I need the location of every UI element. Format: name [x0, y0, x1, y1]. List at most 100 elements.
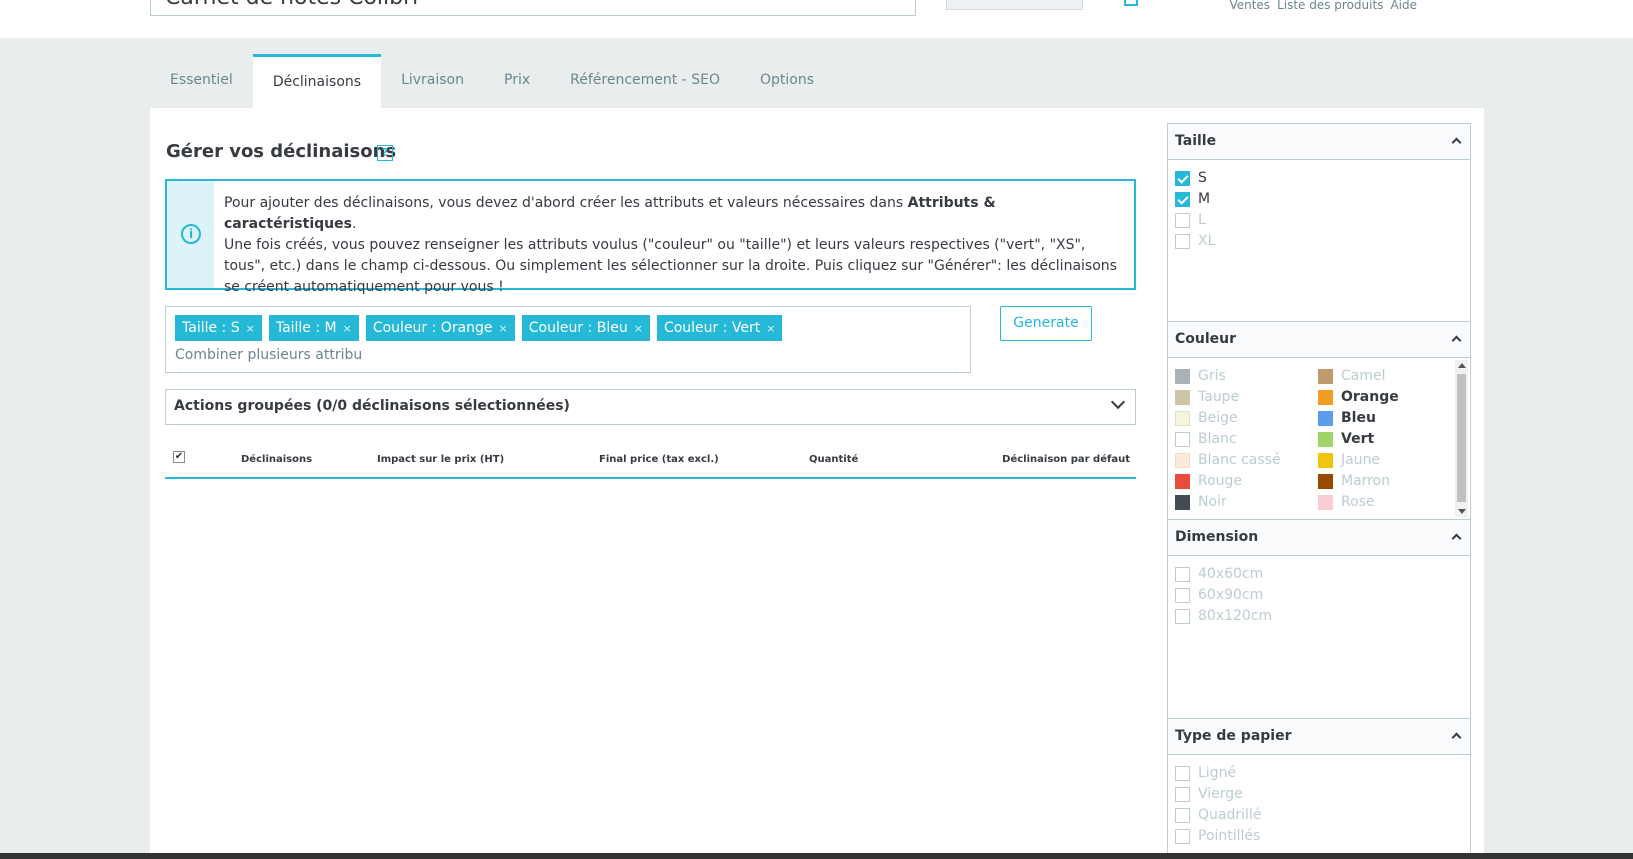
option-label: Marron: [1341, 473, 1391, 489]
tab-essentiel[interactable]: Essentiel: [150, 54, 253, 108]
chevron-up-icon[interactable]: [1451, 335, 1462, 346]
color-list-scrollbar[interactable]: [1455, 360, 1468, 517]
remove-token-icon[interactable]: ×: [499, 322, 508, 335]
group-paper-type-header[interactable]: Type de papier: [1168, 719, 1470, 755]
column-default: Déclinaison par défaut: [1002, 454, 1130, 465]
option-label: Bleu: [1341, 410, 1376, 426]
chevron-down-icon[interactable]: [1110, 394, 1126, 410]
option-label: XL: [1198, 233, 1216, 249]
color-swatch[interactable]: [1318, 474, 1333, 489]
option-label: L: [1198, 212, 1206, 228]
checkbox[interactable]: [1175, 567, 1190, 582]
remove-token-icon[interactable]: ×: [766, 322, 775, 335]
color-swatch[interactable]: [1175, 369, 1190, 384]
generate-button[interactable]: Generate: [1000, 306, 1092, 341]
option-label: Taupe: [1198, 389, 1240, 405]
chevron-up-icon[interactable]: [1451, 732, 1462, 743]
color-swatch[interactable]: [1175, 390, 1190, 405]
group-title: Type de papier: [1175, 728, 1292, 744]
color-swatch[interactable]: [1318, 495, 1333, 510]
help-icon[interactable]: ?: [377, 145, 393, 161]
token-label: Couleur : Vert: [663, 320, 761, 336]
remove-token-icon[interactable]: ×: [343, 322, 352, 335]
option-label: Blanc: [1198, 431, 1237, 447]
color-swatch[interactable]: [1175, 453, 1190, 468]
remove-token-icon[interactable]: ×: [634, 322, 643, 335]
checkbox[interactable]: [1175, 234, 1190, 249]
scroll-down-icon[interactable]: [1458, 509, 1466, 514]
option-label: Vert: [1341, 431, 1375, 447]
color-swatch[interactable]: [1175, 411, 1190, 426]
alert-text-line2: Une fois créés, vous pouvez renseigner l…: [224, 237, 1117, 295]
column-declinaisons: Déclinaisons: [241, 454, 313, 465]
alert-text-before: Pour ajouter des déclinaisons, vous deve…: [224, 195, 908, 211]
alert-sidebar: i: [167, 181, 214, 288]
option-label: Rose: [1341, 494, 1375, 510]
header-button[interactable]: [946, 0, 1083, 10]
token-label: Couleur : Orange: [372, 320, 493, 336]
option-label: 60x90cm: [1198, 587, 1264, 603]
option-label: Gris: [1198, 368, 1226, 384]
select-all-checkbox[interactable]: ✔: [173, 451, 185, 463]
scroll-up-icon[interactable]: [1458, 363, 1466, 368]
combine-attributes-input[interactable]: Combiner plusieurs attribu: [175, 347, 362, 363]
checkbox[interactable]: [1175, 171, 1190, 186]
alert-message: Pour ajouter des déclinaisons, vous deve…: [224, 193, 1129, 298]
color-swatch[interactable]: [1318, 432, 1333, 447]
chevron-up-icon[interactable]: [1451, 137, 1462, 148]
preview-icon[interactable]: [1124, 0, 1138, 6]
checkbox[interactable]: [1175, 609, 1190, 624]
chevron-up-icon[interactable]: [1451, 533, 1462, 544]
option-label: M: [1198, 191, 1211, 207]
page-title: Gérer vos déclinaisons: [166, 141, 397, 162]
option-label: 40x60cm: [1198, 566, 1264, 582]
alert-text-after: .: [351, 216, 357, 232]
checkbox[interactable]: [1175, 588, 1190, 603]
color-swatch[interactable]: [1175, 495, 1190, 510]
color-swatch[interactable]: [1318, 390, 1333, 405]
checkbox[interactable]: [1175, 213, 1190, 228]
tab-livraison[interactable]: Livraison: [381, 54, 484, 108]
token-couleur-vert: Couleur : Vert ×: [656, 315, 783, 341]
checkbox[interactable]: [1175, 787, 1190, 802]
scroll-thumb[interactable]: [1457, 374, 1466, 502]
header-links: Ventes Liste des produits Aide: [1229, 0, 1417, 12]
group-title: Taille: [1175, 133, 1217, 149]
bulk-actions-dropdown[interactable]: Actions groupées (0/0 déclinaisons sélec…: [165, 389, 1136, 425]
group-couleur-header[interactable]: Couleur: [1168, 322, 1470, 358]
group-title: Couleur: [1175, 331, 1237, 347]
attribute-tokens-field[interactable]: Taille : S × Taille : M × Couleur : Orange…: [165, 306, 971, 373]
tab-declinaisons[interactable]: Déclinaisons: [252, 54, 382, 108]
link-product-list[interactable]: Liste des produits: [1277, 0, 1383, 12]
option-label: Beige: [1198, 410, 1238, 426]
token-list: Taille : S × Taille : M × Couleur : Orange…: [175, 315, 783, 341]
link-help[interactable]: Aide: [1390, 0, 1417, 12]
option-label: Quadrillé: [1198, 807, 1262, 823]
token-taille-m: Taille : M ×: [268, 315, 359, 341]
color-swatch[interactable]: [1318, 453, 1333, 468]
tab-options[interactable]: Options: [740, 54, 834, 108]
info-alert: i Pour ajouter des déclinaisons, vous de…: [165, 179, 1136, 295]
group-title: Dimension: [1175, 529, 1259, 545]
color-swatch[interactable]: [1175, 474, 1190, 489]
group-dimension-header[interactable]: Dimension: [1168, 520, 1470, 556]
checkbox[interactable]: [1175, 829, 1190, 844]
checkbox[interactable]: [1175, 192, 1190, 207]
remove-token-icon[interactable]: ×: [246, 322, 255, 335]
token-couleur-orange: Couleur : Orange ×: [365, 315, 515, 341]
color-swatch[interactable]: [1318, 411, 1333, 426]
attributes-sidebar: Taille S M L XL Couleur Gris Camel Taupe…: [1167, 123, 1471, 859]
tab-prix[interactable]: Prix: [484, 54, 550, 108]
option-label: Rouge: [1198, 473, 1243, 489]
color-swatch[interactable]: [1175, 432, 1190, 447]
tab-seo[interactable]: Référencement - SEO: [550, 54, 740, 108]
product-name-input[interactable]: Carnet de notes Colibri: [150, 0, 916, 16]
option-label: 80x120cm: [1198, 608, 1273, 624]
checkbox[interactable]: [1175, 808, 1190, 823]
checkbox[interactable]: [1175, 766, 1190, 781]
option-label: Vierge: [1198, 786, 1243, 802]
group-taille-header[interactable]: Taille: [1168, 124, 1470, 160]
token-label: Couleur : Bleu: [528, 320, 628, 336]
color-swatch[interactable]: [1318, 369, 1333, 384]
link-sales[interactable]: Ventes: [1229, 0, 1270, 12]
